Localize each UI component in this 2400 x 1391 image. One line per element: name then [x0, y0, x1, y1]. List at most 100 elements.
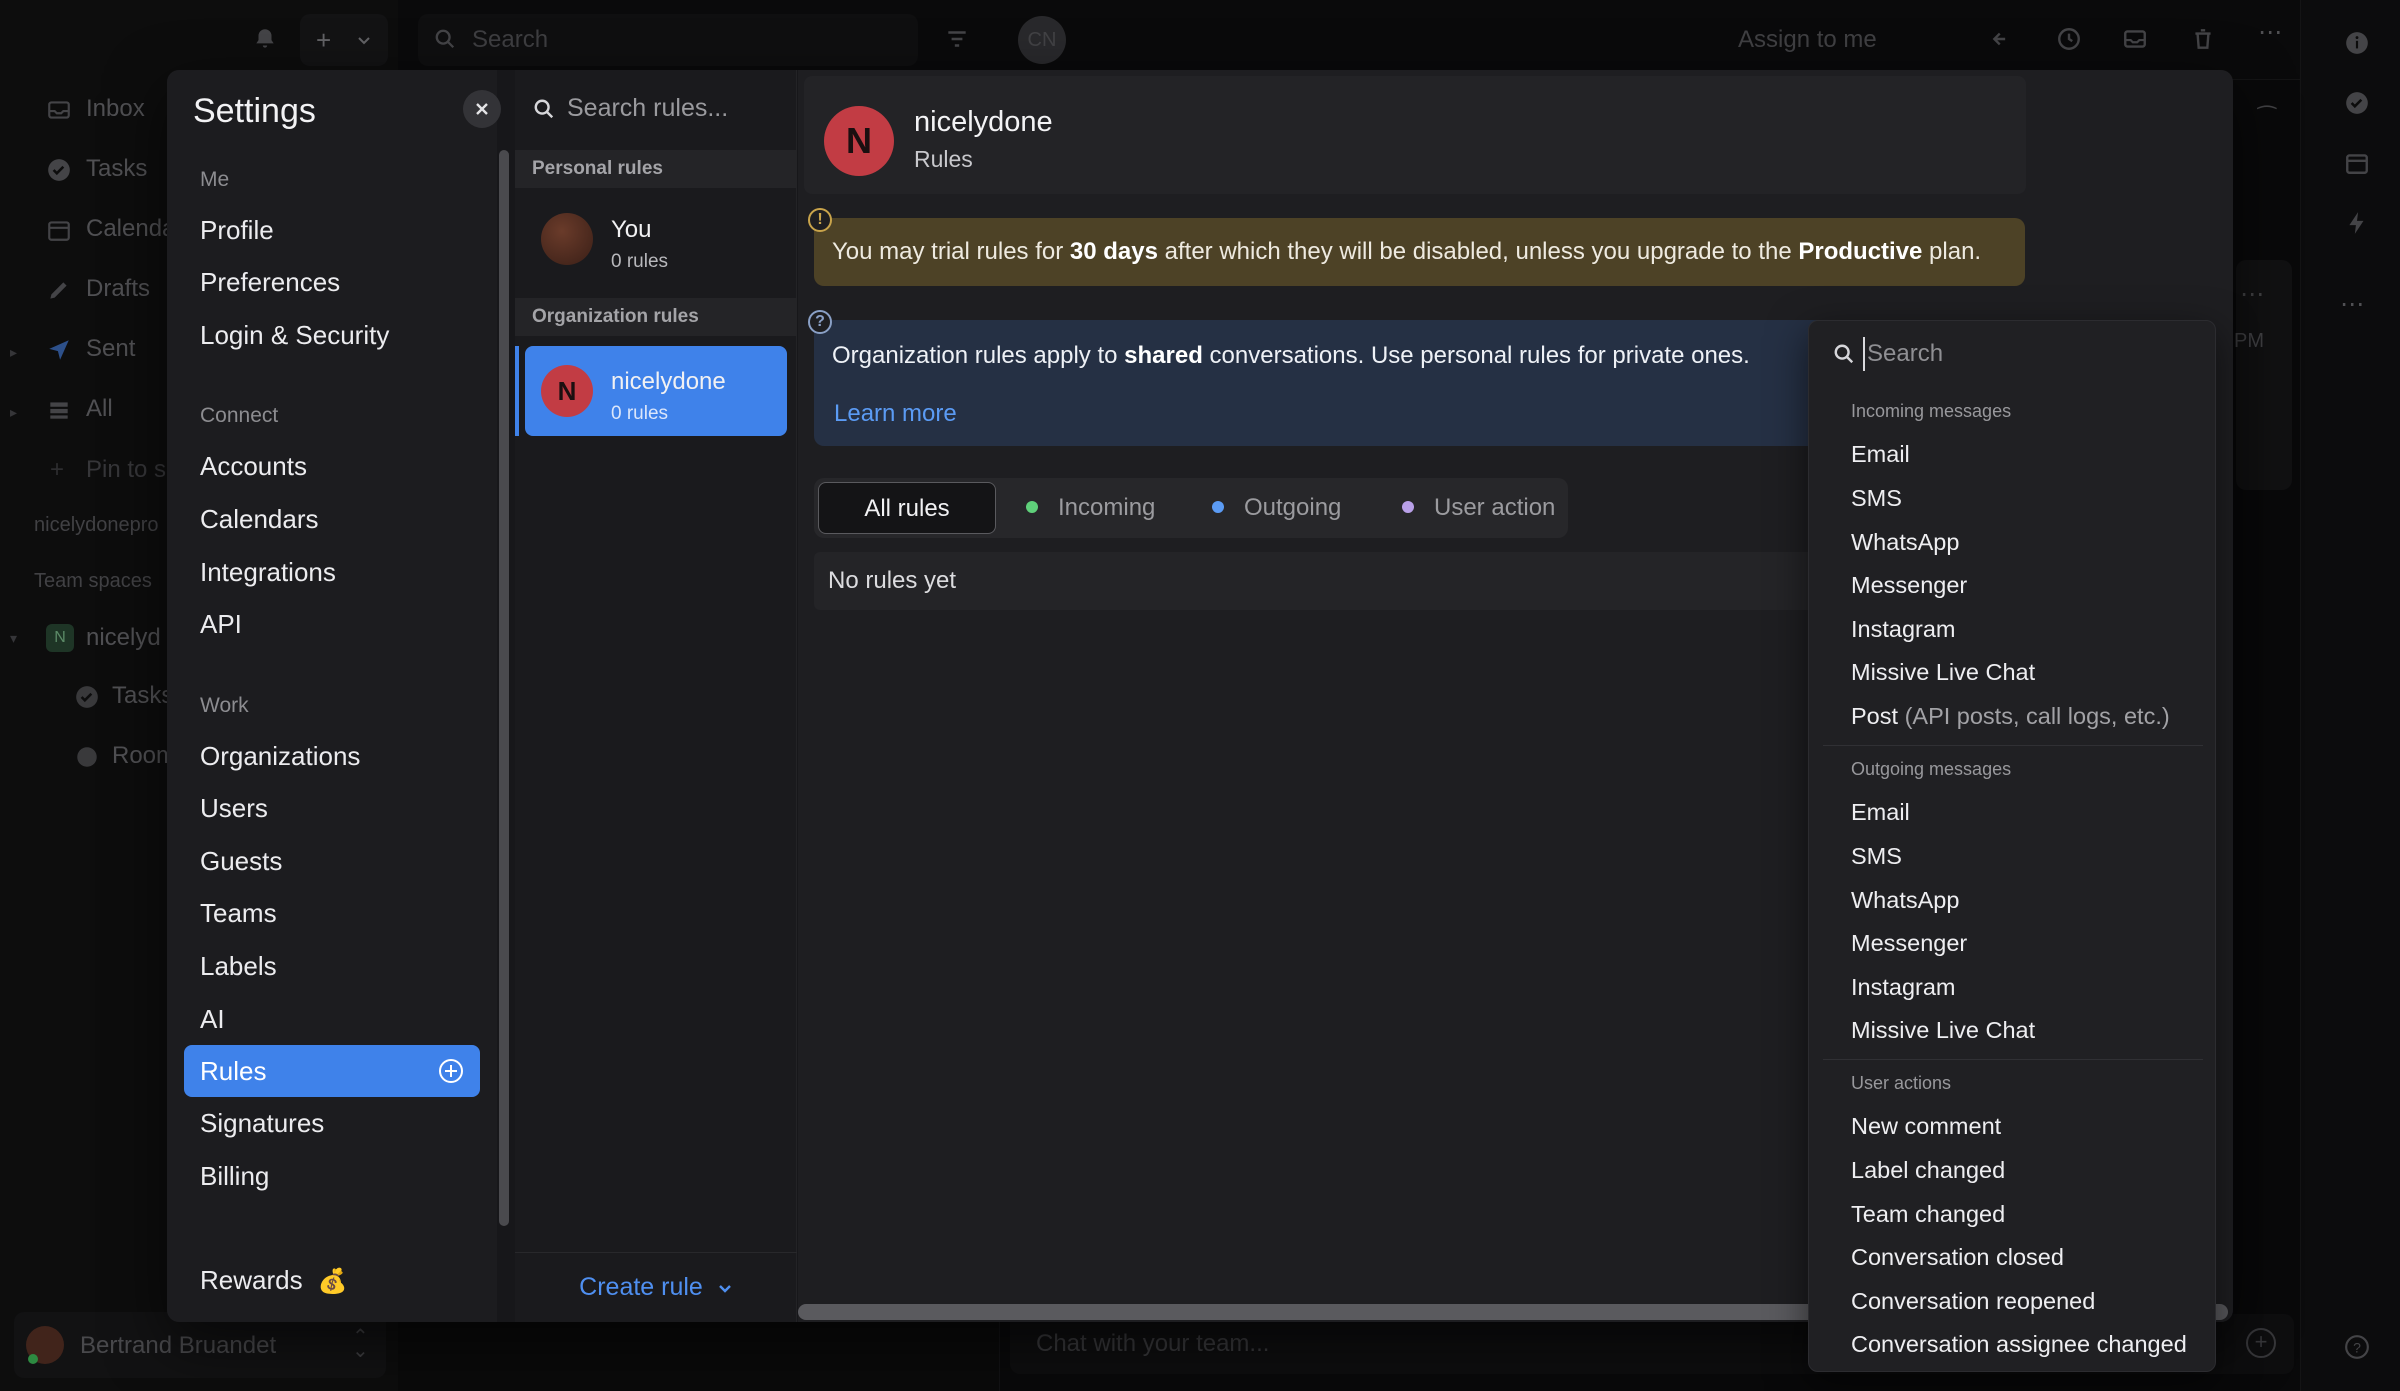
dropdown-item-new-comment[interactable]: New comment	[1851, 1113, 2001, 1140]
settings-nav: Settings Me Profile Preferences Login & …	[167, 70, 501, 1322]
dropdown-divider	[1823, 745, 2203, 746]
nav-item-profile[interactable]: Profile	[184, 204, 480, 256]
warning-text: after which they will be disabled, unles…	[1157, 238, 1799, 265]
org-subtitle: Rules	[914, 146, 973, 172]
dropdown-item-conversation-reopened[interactable]: Conversation reopened	[1851, 1288, 2095, 1315]
nav-item-organizations[interactable]: Organizations	[184, 730, 480, 782]
nav-item-users[interactable]: Users	[184, 782, 480, 834]
rule-type-dropdown: Incoming messages Email SMS WhatsApp Mes…	[1808, 320, 2216, 1372]
org-name: nicelydone	[914, 106, 1053, 138]
nav-item-api[interactable]: API	[184, 598, 480, 650]
settings-title: Settings	[193, 92, 316, 130]
settings-scrollbar[interactable]	[499, 150, 509, 1226]
dropdown-item-conversation-closed[interactable]: Conversation closed	[1851, 1244, 2064, 1271]
money-bag-icon: 💰	[317, 1268, 348, 1295]
tab-incoming[interactable]: Incoming	[1026, 482, 1155, 534]
dropdown-item-incoming-instagram[interactable]: Instagram	[1851, 616, 1956, 643]
add-rule-plus-icon[interactable]	[438, 1058, 464, 1084]
rule-entry-you[interactable]: You 0 rules	[525, 194, 787, 284]
user-action-dot	[1402, 500, 1414, 513]
organization-rules-heading: Organization rules	[515, 298, 797, 336]
section-heading-connect: Connect	[200, 404, 279, 427]
nav-item-preferences[interactable]: Preferences	[184, 256, 480, 308]
rule-entry-count: 0 rules	[611, 251, 669, 272]
outgoing-dot	[1212, 500, 1224, 513]
learn-more-link[interactable]: Learn more	[834, 400, 957, 428]
info-text: Organization rules apply to shared conve…	[832, 342, 1750, 370]
dropdown-item-outgoing-live-chat[interactable]: Missive Live Chat	[1851, 1017, 2035, 1044]
dropdown-item-team-changed[interactable]: Team changed	[1851, 1201, 2005, 1228]
rule-filter-tabs: All rules Incoming Outgoing User action	[814, 478, 1568, 538]
chevron-down-icon	[718, 1284, 731, 1293]
dropdown-item-incoming-email[interactable]: Email	[1851, 441, 1910, 468]
dropdown-item-incoming-post[interactable]: Post (API posts, call logs, etc.)	[1851, 703, 2170, 730]
dropdown-item-outgoing-email[interactable]: Email	[1851, 799, 1910, 826]
dropdown-item-incoming-sms[interactable]: SMS	[1851, 485, 1902, 512]
personal-rules-heading: Personal rules	[515, 150, 797, 188]
dropdown-item-incoming-messenger[interactable]: Messenger	[1851, 572, 1967, 599]
trial-warning-banner: You may trial rules for 30 days after wh…	[814, 218, 2025, 286]
rule-entry-name: nicelydone	[611, 368, 726, 395]
info-text-part: Organization rules apply to	[832, 342, 1125, 369]
section-heading-me: Me	[200, 168, 230, 191]
nav-item-billing[interactable]: Billing	[184, 1150, 480, 1202]
post-note: (API posts, call logs, etc.)	[1904, 703, 2170, 729]
warning-icon: !	[808, 208, 832, 232]
rules-list-panel: Personal rules You 0 rules Organization …	[515, 70, 797, 1322]
rule-entry-count: 0 rules	[611, 403, 669, 424]
info-text-part: conversations. Use personal rules for pr…	[1202, 342, 1750, 369]
tab-user-action[interactable]: User action	[1402, 482, 1555, 534]
dropdown-item-outgoing-sms[interactable]: SMS	[1851, 843, 1902, 870]
org-avatar: N	[541, 365, 593, 417]
dropdown-item-outgoing-instagram[interactable]: Instagram	[1851, 974, 1956, 1001]
post-label: Post	[1851, 703, 1899, 729]
tab-outgoing[interactable]: Outgoing	[1212, 482, 1341, 534]
nav-item-teams[interactable]: Teams	[184, 887, 480, 939]
dropdown-item-outgoing-whatsapp[interactable]: WhatsApp	[1851, 887, 1959, 914]
search-icon	[1834, 344, 1854, 364]
nav-item-guests[interactable]: Guests	[184, 835, 480, 887]
dropdown-search-input[interactable]	[1863, 337, 2193, 371]
nav-item-accounts[interactable]: Accounts	[184, 440, 480, 492]
tab-label: Incoming	[1058, 494, 1156, 521]
rules-search-input[interactable]	[567, 94, 787, 123]
tab-label: User action	[1434, 494, 1556, 521]
close-button[interactable]	[463, 90, 501, 128]
dropdown-heading-user-actions: User actions	[1851, 1073, 1952, 1093]
dropdown-heading-outgoing: Outgoing messages	[1851, 759, 2012, 779]
tab-all-rules[interactable]: All rules	[818, 482, 996, 534]
rule-entry-nicelydone[interactable]: N nicelydone 0 rules	[525, 346, 787, 436]
dropdown-item-incoming-whatsapp[interactable]: WhatsApp	[1851, 529, 1959, 556]
nav-item-rewards[interactable]: Rewards 💰	[184, 1254, 480, 1306]
dropdown-item-incoming-live-chat[interactable]: Missive Live Chat	[1851, 659, 2035, 686]
nav-item-integrations[interactable]: Integrations	[184, 546, 480, 598]
nav-item-signatures[interactable]: Signatures	[184, 1097, 480, 1149]
org-header: N nicelydone Rules	[804, 76, 2026, 194]
dropdown-heading-incoming: Incoming messages	[1851, 401, 2012, 421]
tab-label: Outgoing	[1244, 494, 1342, 521]
warning-text: plan.	[1922, 238, 1982, 265]
dropdown-item-label-changed[interactable]: Label changed	[1851, 1157, 2005, 1184]
rules-search	[515, 70, 797, 150]
incoming-dot	[1026, 500, 1038, 513]
rewards-label: Rewards	[200, 1265, 303, 1295]
nav-item-ai[interactable]: AI	[184, 993, 480, 1045]
warning-plan: Productive	[1798, 238, 1923, 265]
close-icon	[476, 103, 488, 115]
nav-item-labels[interactable]: Labels	[184, 940, 480, 992]
warning-text: You may trial rules for	[832, 238, 1070, 265]
user-avatar	[541, 213, 593, 265]
nav-item-rules[interactable]: Rules	[184, 1045, 480, 1097]
info-text-bold: shared	[1124, 342, 1203, 369]
nav-item-login-security[interactable]: Login & Security	[184, 309, 480, 361]
create-rule-button[interactable]: Create rule	[515, 1252, 797, 1322]
search-icon	[534, 99, 554, 119]
org-avatar: N	[824, 106, 894, 176]
dropdown-item-outgoing-messenger[interactable]: Messenger	[1851, 930, 1967, 957]
section-heading-work: Work	[200, 694, 249, 717]
create-rule-label: Create rule	[579, 1273, 703, 1301]
dropdown-item-conversation-assignee-changed[interactable]: Conversation assignee changed	[1851, 1331, 2187, 1358]
rule-entry-name: You	[611, 216, 652, 243]
active-indicator	[515, 346, 519, 436]
nav-item-calendars[interactable]: Calendars	[184, 493, 480, 545]
